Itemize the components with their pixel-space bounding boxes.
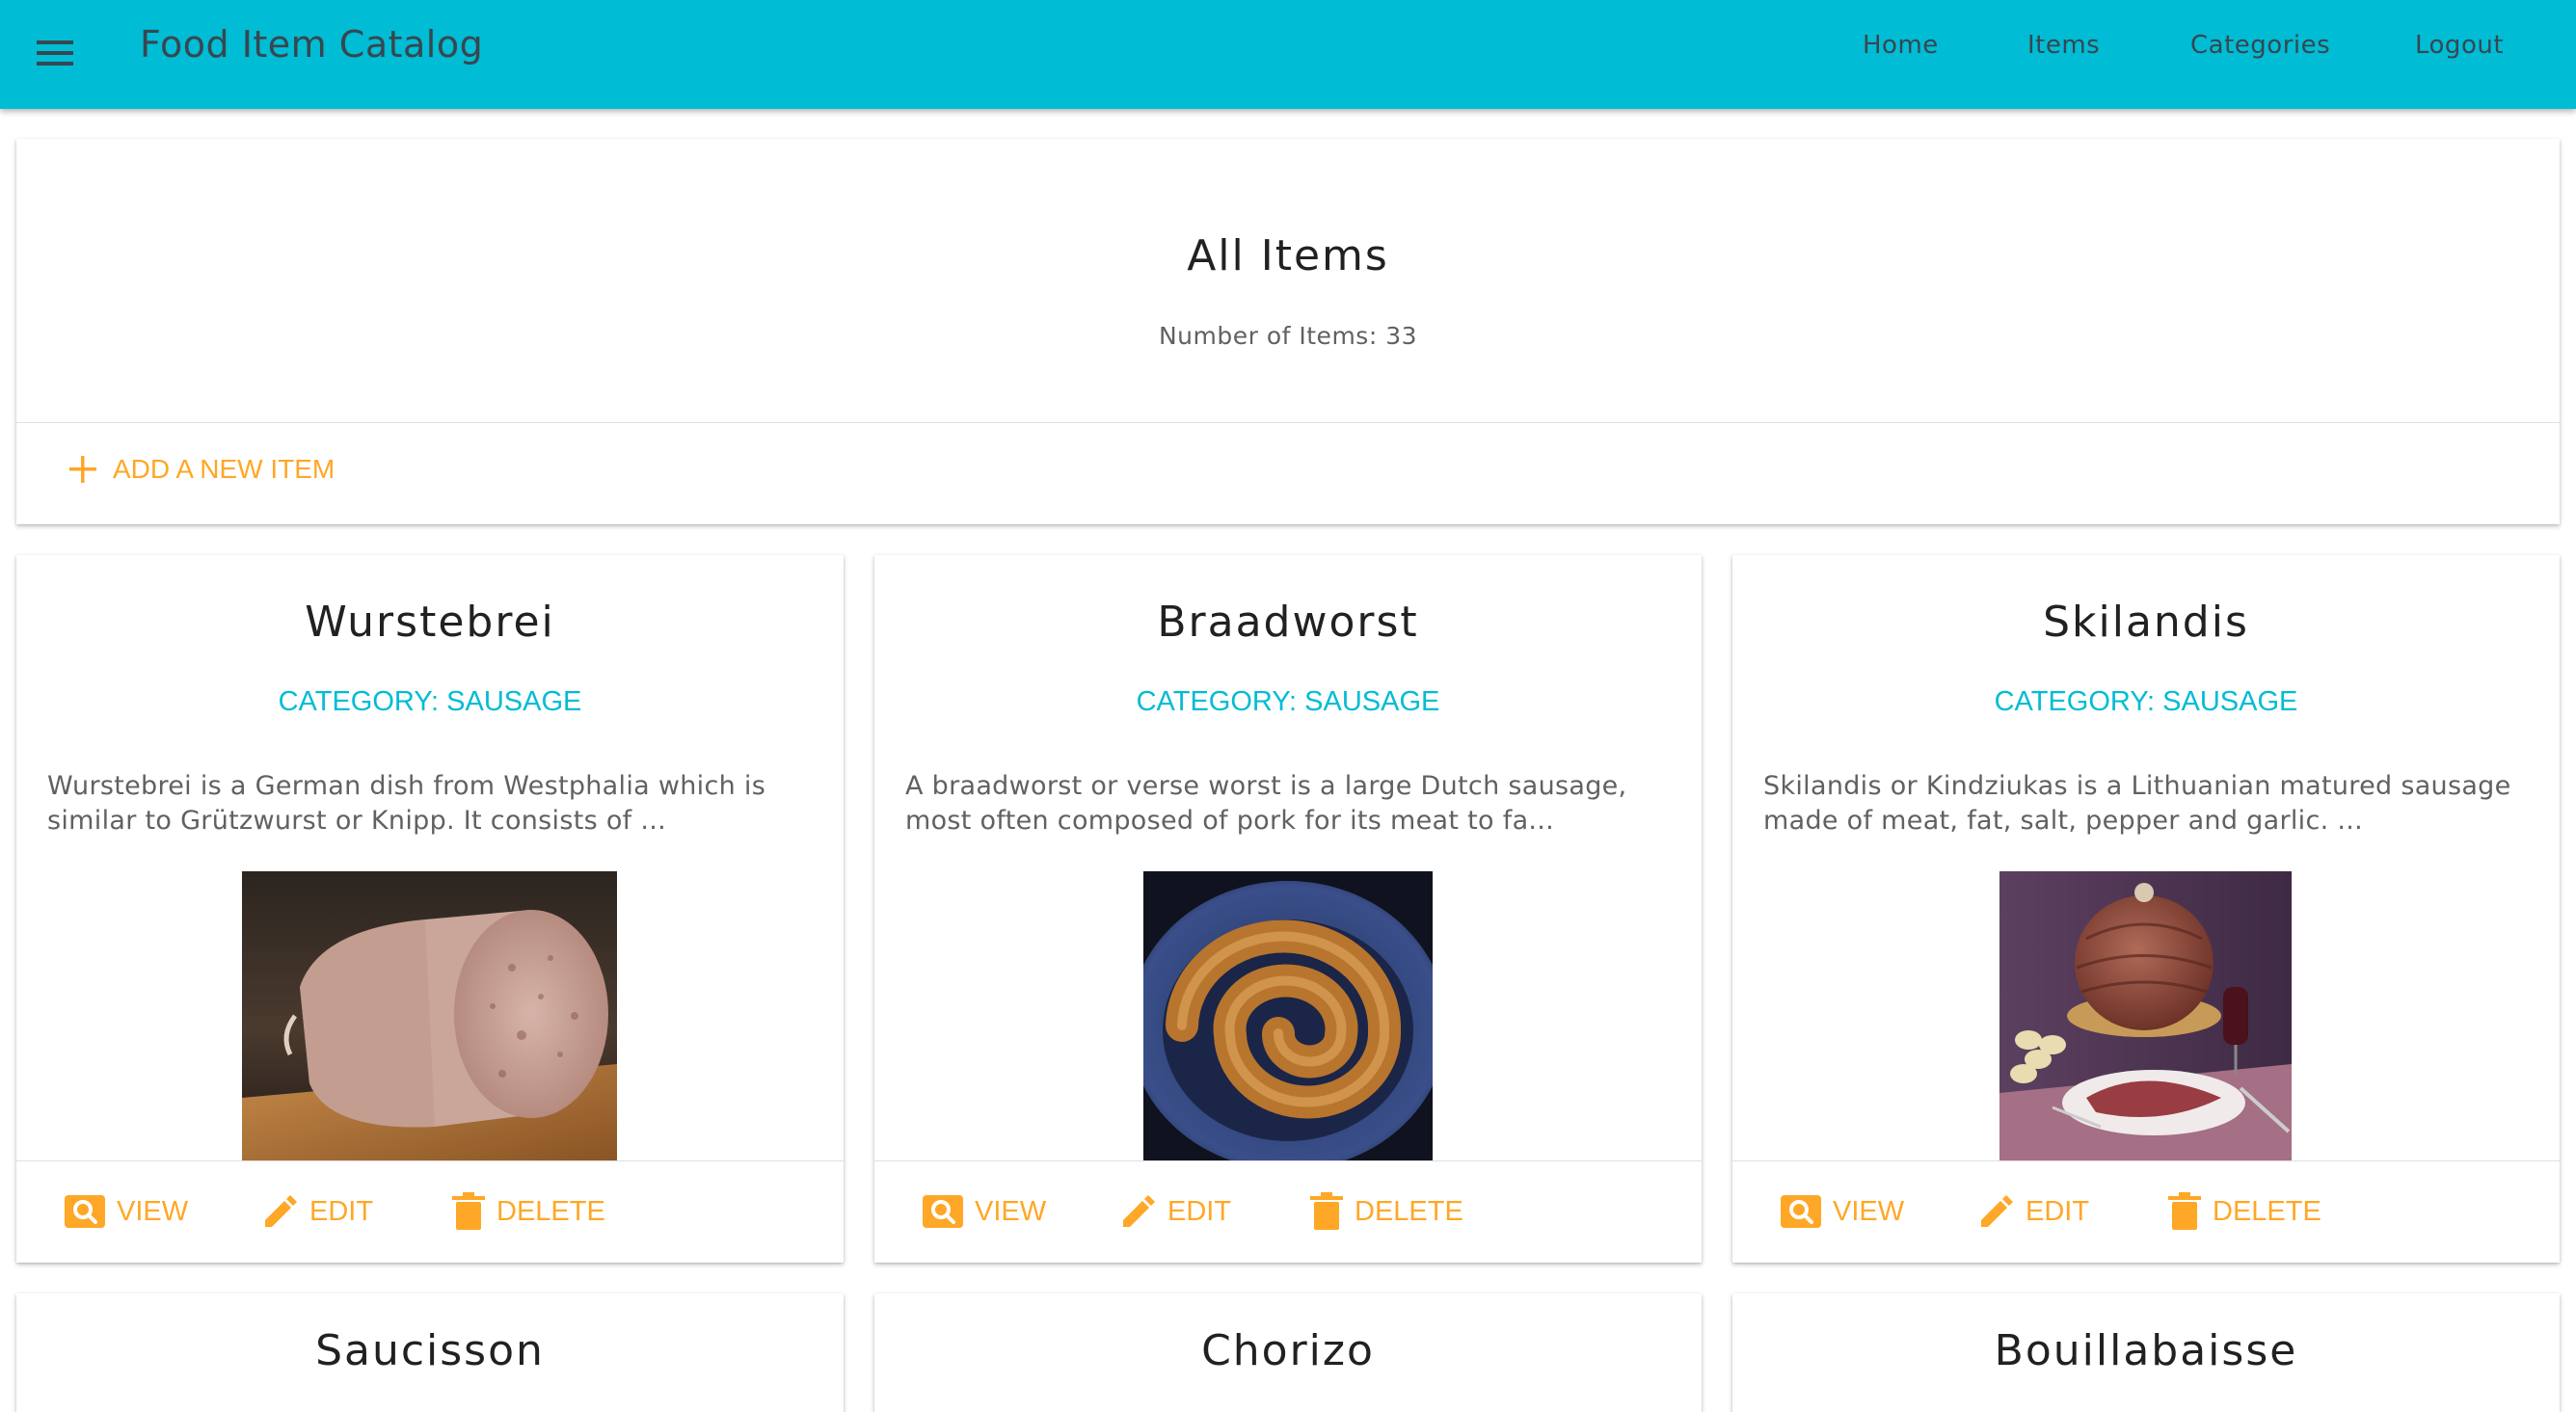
- delete-button[interactable]: DELETE: [452, 1189, 605, 1234]
- item-category[interactable]: CATEGORY: SAUSAGE: [1732, 686, 2560, 718]
- view-label: VIEW: [1833, 1195, 1905, 1227]
- item-title: Saucisson: [315, 1326, 545, 1375]
- edit-label: EDIT: [2026, 1195, 2090, 1227]
- nav-logout[interactable]: Logout: [2415, 31, 2504, 60]
- item-description: Skilandis or Kindziukas is a Lithuanian …: [1763, 771, 2511, 836]
- app-bar: Food Item Catalog Home Items Categories …: [0, 0, 2576, 109]
- item-image: [1143, 871, 1433, 1160]
- trash-icon: [452, 1192, 485, 1230]
- item-title: Skilandis: [2043, 598, 2249, 647]
- nav-home[interactable]: Home: [1863, 31, 1939, 60]
- item-image: [1999, 871, 2292, 1160]
- search-icon: [65, 1195, 105, 1228]
- page: Food Item Catalog Home Items Categories …: [0, 0, 2576, 1412]
- item-count: Number of Items: 33: [1158, 322, 1418, 350]
- item-title: Chorizo: [1201, 1326, 1375, 1375]
- delete-label: DELETE: [1355, 1195, 1463, 1227]
- item-description: Wurstebrei is a German dish from Westpha…: [47, 771, 766, 836]
- coiled-sausage-photo: [1143, 871, 1433, 1160]
- trash-icon: [1310, 1192, 1343, 1230]
- divider: [16, 422, 2560, 423]
- item-image: [242, 871, 617, 1160]
- view-label: VIEW: [117, 1195, 189, 1227]
- edit-button[interactable]: EDIT: [1977, 1189, 2089, 1234]
- top-nav: Home Items Categories Logout: [0, 0, 2576, 96]
- view-button[interactable]: VIEW: [65, 1189, 188, 1234]
- nav-items[interactable]: Items: [2027, 31, 2100, 60]
- delete-button[interactable]: DELETE: [1310, 1189, 1463, 1234]
- item-card: Saucisson: [16, 1293, 844, 1412]
- search-icon: [923, 1195, 963, 1228]
- item-title: Braadworst: [1157, 598, 1419, 647]
- item-card: Skilandis CATEGORY: SAUSAGE Skilandis or…: [1732, 555, 2560, 1263]
- item-card: Wurstebrei CATEGORY: SAUSAGE Wurstebrei …: [16, 555, 844, 1263]
- matured-sausage-photo: [1999, 871, 2292, 1160]
- item-card: Braadworst CATEGORY: SAUSAGE A braadwors…: [874, 555, 1702, 1263]
- edit-button[interactable]: EDIT: [261, 1189, 373, 1234]
- pencil-icon: [1981, 1195, 2013, 1227]
- card-actions: VIEW EDIT DELETE: [1732, 1160, 2560, 1263]
- header-card: All Items Number of Items: 33 ADD A NEW …: [16, 139, 2560, 524]
- nav-categories[interactable]: Categories: [2190, 31, 2330, 60]
- card-actions: VIEW EDIT DELETE: [874, 1160, 1702, 1263]
- item-title: Wurstebrei: [305, 598, 555, 647]
- edit-label: EDIT: [1167, 1195, 1232, 1227]
- view-button[interactable]: VIEW: [923, 1189, 1046, 1234]
- search-icon: [1781, 1195, 1821, 1228]
- item-category[interactable]: CATEGORY: SAUSAGE: [16, 686, 844, 718]
- delete-label: DELETE: [496, 1195, 605, 1227]
- item-description: A braadworst or verse worst is a large D…: [905, 771, 1627, 836]
- page-title: All Items: [1187, 231, 1389, 280]
- sausage-roll-photo: [242, 871, 617, 1160]
- edit-label: EDIT: [309, 1195, 374, 1227]
- pencil-icon: [1123, 1195, 1155, 1227]
- item-title: Bouillabaisse: [1994, 1326, 2298, 1375]
- plus-icon: [69, 456, 96, 483]
- view-label: VIEW: [975, 1195, 1047, 1227]
- item-card: Chorizo: [874, 1293, 1702, 1412]
- add-item-label: ADD A NEW ITEM: [113, 454, 335, 484]
- edit-button[interactable]: EDIT: [1119, 1189, 1231, 1234]
- item-card: Bouillabaisse: [1732, 1293, 2560, 1412]
- pencil-icon: [265, 1195, 297, 1227]
- delete-label: DELETE: [2213, 1195, 2321, 1227]
- view-button[interactable]: VIEW: [1781, 1189, 1904, 1234]
- item-category[interactable]: CATEGORY: SAUSAGE: [874, 686, 1702, 718]
- card-actions: VIEW EDIT DELETE: [16, 1160, 844, 1263]
- delete-button[interactable]: DELETE: [2168, 1189, 2321, 1234]
- trash-icon: [2168, 1192, 2201, 1230]
- add-item-button[interactable]: ADD A NEW ITEM: [67, 445, 335, 493]
